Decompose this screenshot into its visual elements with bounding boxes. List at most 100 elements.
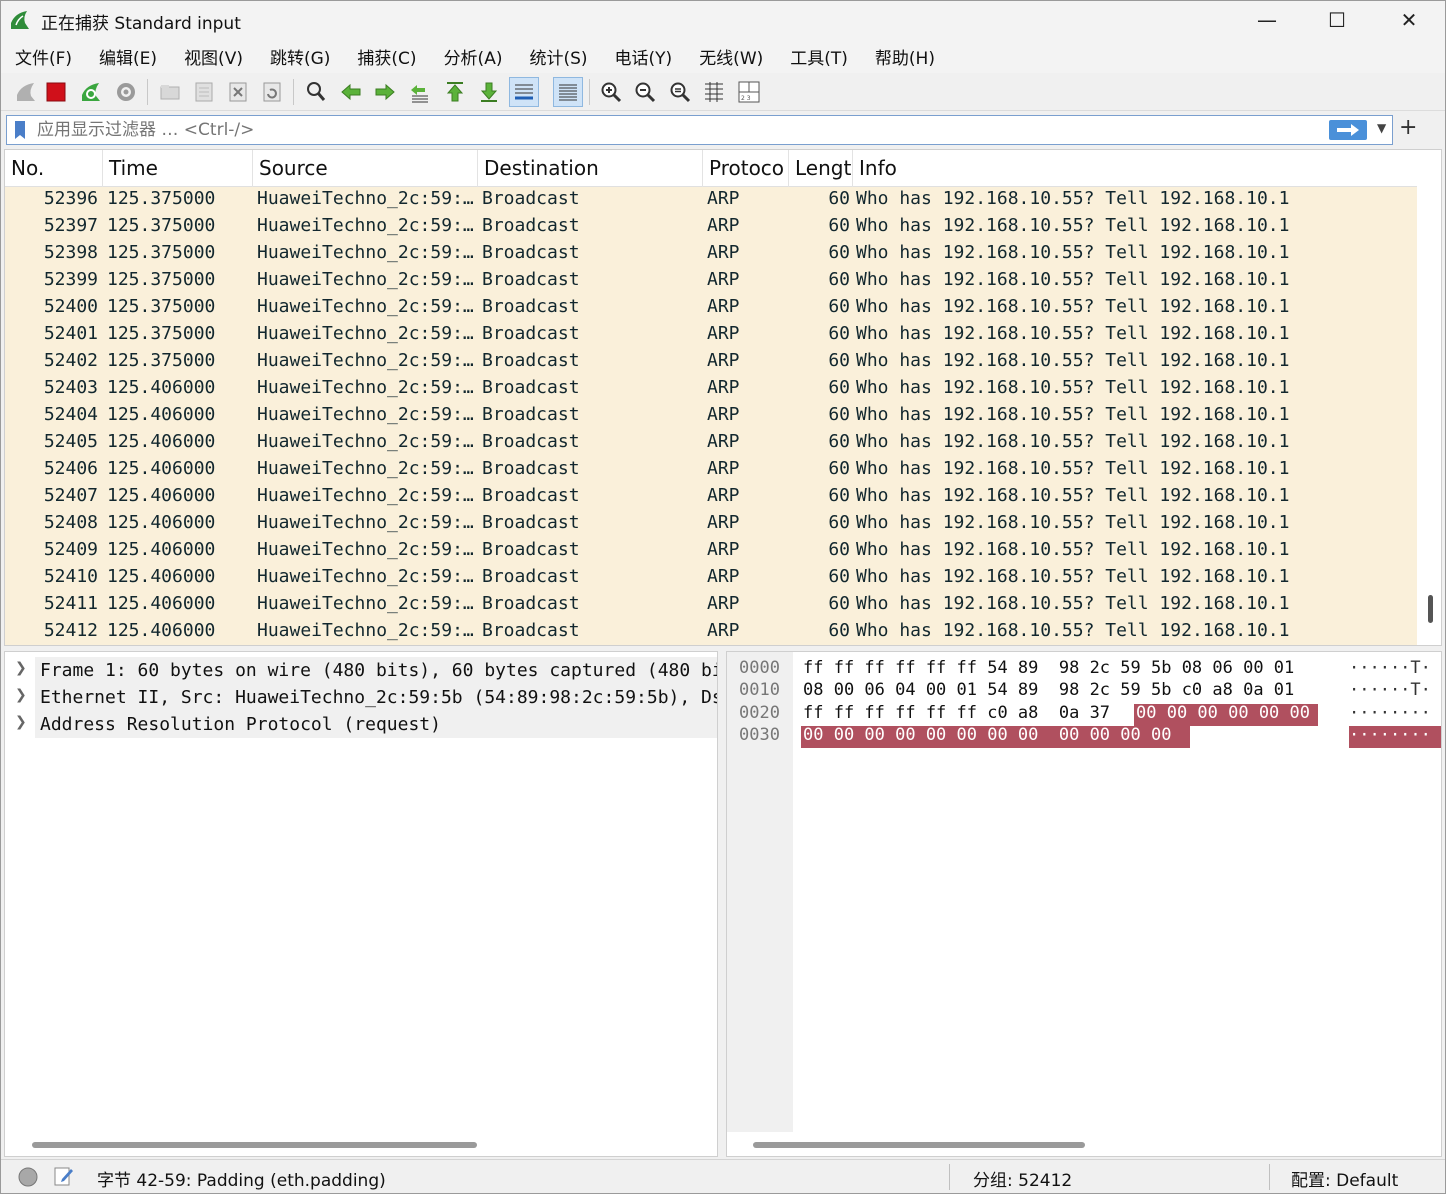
column-header-length[interactable]: Lengt <box>789 150 853 187</box>
packet-row[interactable]: 52410 125.406000 HuaweiTechno_2c:59:… Broad… <box>5 563 1417 590</box>
detail-tree-item[interactable]: ❯ Address Resolution Protocol (request) <box>5 711 717 738</box>
filter-dropdown-icon[interactable]: ▼ <box>1377 121 1386 135</box>
packet-row[interactable]: 52401 125.375000 HuaweiTechno_2c:59:… Broad… <box>5 320 1417 347</box>
packet-row[interactable]: 52411 125.406000 HuaweiTechno_2c:59:… Broad… <box>5 590 1417 617</box>
ascii-line[interactable]: ······T· <box>1349 658 1431 678</box>
start-capture-icon[interactable] <box>11 77 41 107</box>
hex-line-highlighted[interactable]: 00 00 00 00 00 00 <box>1136 703 1310 723</box>
ascii-line-highlighted[interactable]: ········ <box>1349 725 1431 745</box>
go-forward-icon[interactable] <box>370 77 400 107</box>
maximize-button[interactable]: ☐ <box>1301 1 1373 39</box>
cell-source: HuaweiTechno_2c:59:… <box>257 512 474 533</box>
packet-row[interactable]: 52399 125.375000 HuaweiTechno_2c:59:… Broad… <box>5 266 1417 293</box>
bytes-horizontal-scrollbar[interactable] <box>753 1142 1085 1148</box>
packet-list-scrollbar[interactable] <box>1418 150 1441 645</box>
chevron-right-icon[interactable]: ❯ <box>15 687 27 703</box>
packet-row[interactable]: 52406 125.406000 HuaweiTechno_2c:59:… Broad… <box>5 455 1417 482</box>
column-header-destination[interactable]: Destination <box>478 150 703 187</box>
column-header-time[interactable]: Time <box>103 150 253 187</box>
menu-help[interactable]: 帮助(H) <box>867 44 943 69</box>
ascii-line[interactable]: ········ <box>1349 703 1431 723</box>
go-to-packet-icon[interactable] <box>405 77 435 107</box>
menu-go[interactable]: 跳转(G) <box>262 44 338 69</box>
autoscroll-icon[interactable] <box>509 77 539 107</box>
column-header-no[interactable]: No. <box>5 150 103 187</box>
go-back-icon[interactable] <box>336 77 366 107</box>
apply-filter-button[interactable] <box>1329 120 1367 140</box>
last-packet-icon[interactable] <box>474 77 504 107</box>
resize-columns-icon[interactable] <box>699 77 729 107</box>
packet-row[interactable]: 52402 125.375000 HuaweiTechno_2c:59:… Broad… <box>5 347 1417 374</box>
toolbar-separator <box>147 79 148 105</box>
cell-protocol: ARP <box>707 323 740 344</box>
save-file-icon[interactable] <box>189 77 219 107</box>
minimize-button[interactable]: — <box>1231 1 1303 39</box>
packet-row[interactable]: 52404 125.406000 HuaweiTechno_2c:59:… Broad… <box>5 401 1417 428</box>
packet-row[interactable]: 52408 125.406000 HuaweiTechno_2c:59:… Broad… <box>5 509 1417 536</box>
cell-source: HuaweiTechno_2c:59:… <box>257 377 474 398</box>
cell-destination: Broadcast <box>482 539 580 560</box>
reload-file-icon[interactable] <box>257 77 287 107</box>
status-profile[interactable]: 配置: Default <box>1291 1166 1398 1191</box>
hex-line[interactable]: ff ff ff ff ff ff 54 89 98 2c 59 5b 08 0… <box>803 658 1294 678</box>
add-filter-button[interactable]: + <box>1399 116 1417 140</box>
scrollbar-thumb[interactable] <box>1428 595 1433 623</box>
zoom-out-icon[interactable] <box>630 77 660 107</box>
cell-destination: Broadcast <box>482 485 580 506</box>
menu-telephony[interactable]: 电话(Y) <box>607 44 681 69</box>
first-packet-icon[interactable] <box>440 77 470 107</box>
hex-line[interactable]: ff ff ff ff ff ff c0 a8 0a 37 <box>803 703 1110 723</box>
find-packet-icon[interactable] <box>301 77 331 107</box>
close-button[interactable]: ✕ <box>1373 1 1445 39</box>
menu-edit[interactable]: 编辑(E) <box>91 44 165 69</box>
details-horizontal-scrollbar[interactable] <box>32 1142 477 1148</box>
colorize-icon[interactable] <box>553 77 583 107</box>
column-header-protocol[interactable]: Protoco <box>703 150 789 187</box>
detail-tree-item[interactable]: ❯ Ethernet II, Src: HuaweiTechno_2c:59:5… <box>5 684 717 711</box>
chevron-right-icon[interactable]: ❯ <box>15 660 27 676</box>
packet-row[interactable]: 52409 125.406000 HuaweiTechno_2c:59:… Broad… <box>5 536 1417 563</box>
ascii-line[interactable]: ······T· <box>1349 680 1431 700</box>
detail-tree-item[interactable]: ❯ Frame 1: 60 bytes on wire (480 bits), … <box>5 657 717 684</box>
packet-row[interactable]: 52403 125.406000 HuaweiTechno_2c:59:… Broad… <box>5 374 1417 401</box>
menu-statistics[interactable]: 统计(S) <box>521 44 595 69</box>
packet-bytes-pane: 0000 0010 0020 0030 ff ff ff ff ff ff 54… <box>726 651 1442 1157</box>
hex-line[interactable]: 08 00 06 04 00 01 54 89 98 2c 59 5b c0 a… <box>803 680 1294 700</box>
layout-icon[interactable]: 2 3 <box>734 77 764 107</box>
open-file-icon[interactable] <box>155 77 185 107</box>
packet-row[interactable]: 52412 125.406000 HuaweiTechno_2c:59:… Broad… <box>5 617 1417 644</box>
cell-no: 52411 <box>43 593 98 614</box>
hex-line-highlighted[interactable]: 00 00 00 00 00 00 00 00 00 00 00 00 <box>803 725 1171 745</box>
packet-row[interactable]: 52397 125.375000 HuaweiTechno_2c:59:… Broad… <box>5 212 1417 239</box>
packet-row[interactable]: 52407 125.406000 HuaweiTechno_2c:59:… Broad… <box>5 482 1417 509</box>
packet-row[interactable]: 52398 125.375000 HuaweiTechno_2c:59:… Broad… <box>5 239 1417 266</box>
restart-capture-icon[interactable] <box>76 77 106 107</box>
capture-comment-icon[interactable] <box>53 1165 75 1187</box>
normal-size-icon[interactable] <box>665 77 695 107</box>
close-file-icon[interactable] <box>223 77 253 107</box>
bookmark-icon[interactable] <box>14 120 26 140</box>
stop-capture-icon[interactable] <box>41 77 71 107</box>
cell-info: Who has 192.168.10.55? Tell 192.168.10.1 <box>856 485 1290 506</box>
menu-tools[interactable]: 工具(T) <box>782 44 856 69</box>
packet-row[interactable]: 52400 125.375000 HuaweiTechno_2c:59:… Broad… <box>5 293 1417 320</box>
column-header-info[interactable]: Info <box>853 150 1417 187</box>
menu-view[interactable]: 视图(V) <box>176 44 251 69</box>
display-filter-input[interactable] <box>37 118 1317 142</box>
packet-row[interactable]: 52396 125.375000 HuaweiTechno_2c:59:… Broad… <box>5 185 1417 212</box>
cell-no: 52410 <box>43 566 98 587</box>
packet-row[interactable]: 52405 125.406000 HuaweiTechno_2c:59:… Broad… <box>5 428 1417 455</box>
cell-destination: Broadcast <box>482 269 580 290</box>
chevron-right-icon[interactable]: ❯ <box>15 714 27 730</box>
menu-analyze[interactable]: 分析(A) <box>436 44 511 69</box>
cell-no: 52396 <box>43 188 98 209</box>
menu-capture[interactable]: 捕获(C) <box>349 44 424 69</box>
column-header-source[interactable]: Source <box>253 150 478 187</box>
expert-info-icon[interactable] <box>17 1166 39 1188</box>
menu-wireless[interactable]: 无线(W) <box>691 44 771 69</box>
zoom-in-icon[interactable] <box>596 77 626 107</box>
capture-options-icon[interactable] <box>111 77 141 107</box>
menu-file[interactable]: 文件(F) <box>7 44 80 69</box>
cell-no: 52403 <box>43 377 98 398</box>
cell-info: Who has 192.168.10.55? Tell 192.168.10.1 <box>856 269 1290 290</box>
